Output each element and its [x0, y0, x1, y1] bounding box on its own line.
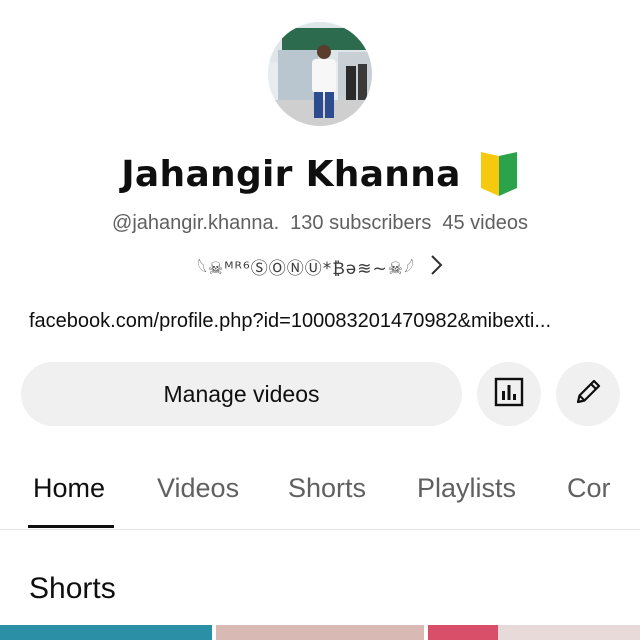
- pencil-icon: [572, 376, 604, 413]
- edit-channel-button[interactable]: [556, 362, 620, 426]
- analytics-button[interactable]: [477, 362, 541, 426]
- channel-link[interactable]: facebook.com/profile.php?id=100083201470…: [29, 310, 613, 340]
- tab-home[interactable]: Home: [33, 455, 105, 529]
- tab-playlists[interactable]: Playlists: [417, 455, 516, 529]
- shorts-section-title: Shorts: [29, 572, 116, 605]
- video-count: 45 videos: [442, 211, 528, 234]
- channel-handle: @jahangir.khanna.: [112, 211, 280, 234]
- manage-videos-button[interactable]: Manage videos: [21, 362, 462, 426]
- chevron-right-icon[interactable]: [429, 254, 443, 276]
- short-thumbnail[interactable]: [216, 625, 424, 640]
- short-thumbnail[interactable]: [498, 625, 640, 640]
- channel-avatar[interactable]: [268, 22, 372, 126]
- channel-name-row: Jahangir Khanna: [0, 146, 640, 202]
- tab-community[interactable]: Cor: [567, 455, 611, 529]
- channel-meta: @jahangir.khanna. 130 subscribers 45 vid…: [0, 208, 640, 238]
- active-tab-indicator: [28, 525, 114, 528]
- tab-videos[interactable]: Videos: [157, 455, 239, 529]
- analytics-icon: [493, 376, 525, 413]
- shorts-shelf: [0, 625, 640, 640]
- short-thumbnail[interactable]: [428, 625, 498, 640]
- short-thumbnail[interactable]: [0, 625, 212, 640]
- channel-description-row[interactable]: 𓆩☠ᴹᴿ⁶ⓈⓄⓃⓊ*₿ə≋~☠𓆪: [0, 250, 640, 280]
- avatar-image: [268, 22, 372, 126]
- channel-name: Jahangir Khanna: [121, 153, 461, 195]
- tab-shorts[interactable]: Shorts: [288, 455, 366, 529]
- channel-description: 𓆩☠ᴹᴿ⁶ⓈⓄⓃⓊ*₿ə≋~☠𓆪: [197, 258, 415, 279]
- subscriber-count: 130 subscribers: [290, 211, 432, 234]
- beginner-badge-icon: [479, 150, 519, 198]
- channel-tabs: Home Videos Shorts Playlists Cor: [0, 455, 640, 530]
